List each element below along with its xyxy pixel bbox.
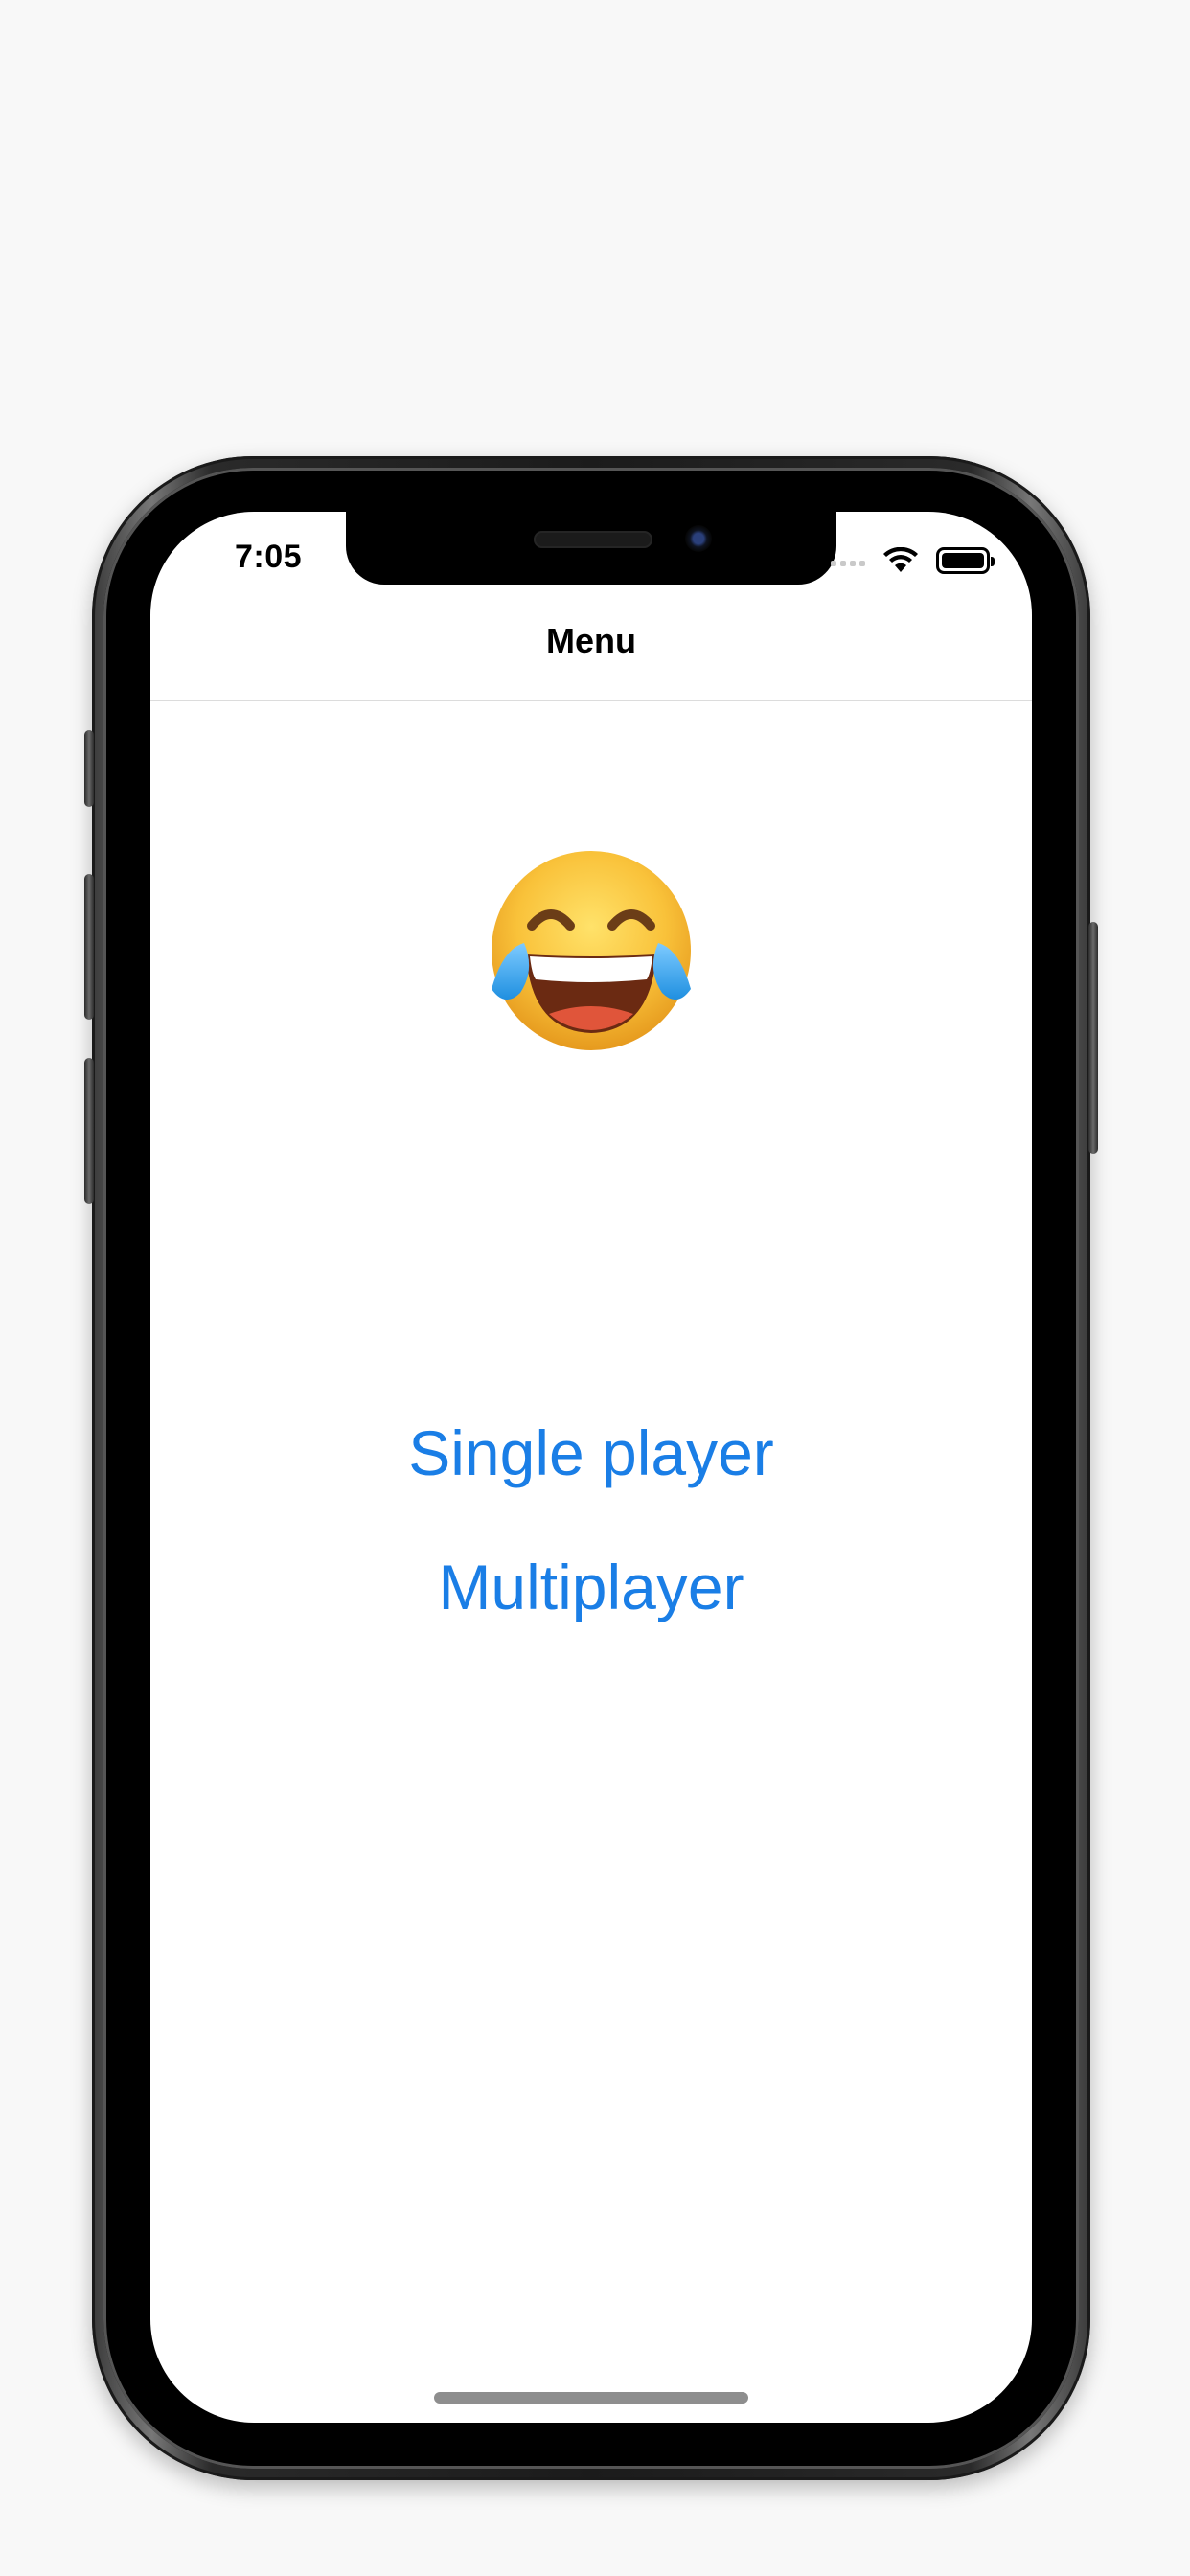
wifi-icon	[883, 547, 918, 572]
notch	[346, 512, 836, 585]
screen: 7:05 Menu Single player Multiplayer	[150, 512, 1032, 2423]
multiplayer-button[interactable]: Multiplayer	[150, 1551, 1032, 1623]
nav-title: Menu	[546, 621, 636, 660]
signal-icon	[831, 555, 865, 566]
front-camera	[685, 525, 712, 552]
home-indicator[interactable]	[434, 2392, 748, 2404]
single-player-button[interactable]: Single player	[150, 1416, 1032, 1489]
battery-icon	[936, 547, 995, 574]
mute-switch	[84, 730, 94, 807]
status-icons	[831, 546, 995, 575]
volume-up-button	[84, 874, 94, 1020]
status-time: 7:05	[235, 539, 303, 575]
speaker-grille	[534, 531, 652, 548]
power-button	[1088, 922, 1098, 1154]
volume-down-button	[84, 1058, 94, 1204]
navigation-bar: Menu	[150, 596, 1032, 702]
laughing-tears-emoji-icon	[482, 845, 700, 1064]
